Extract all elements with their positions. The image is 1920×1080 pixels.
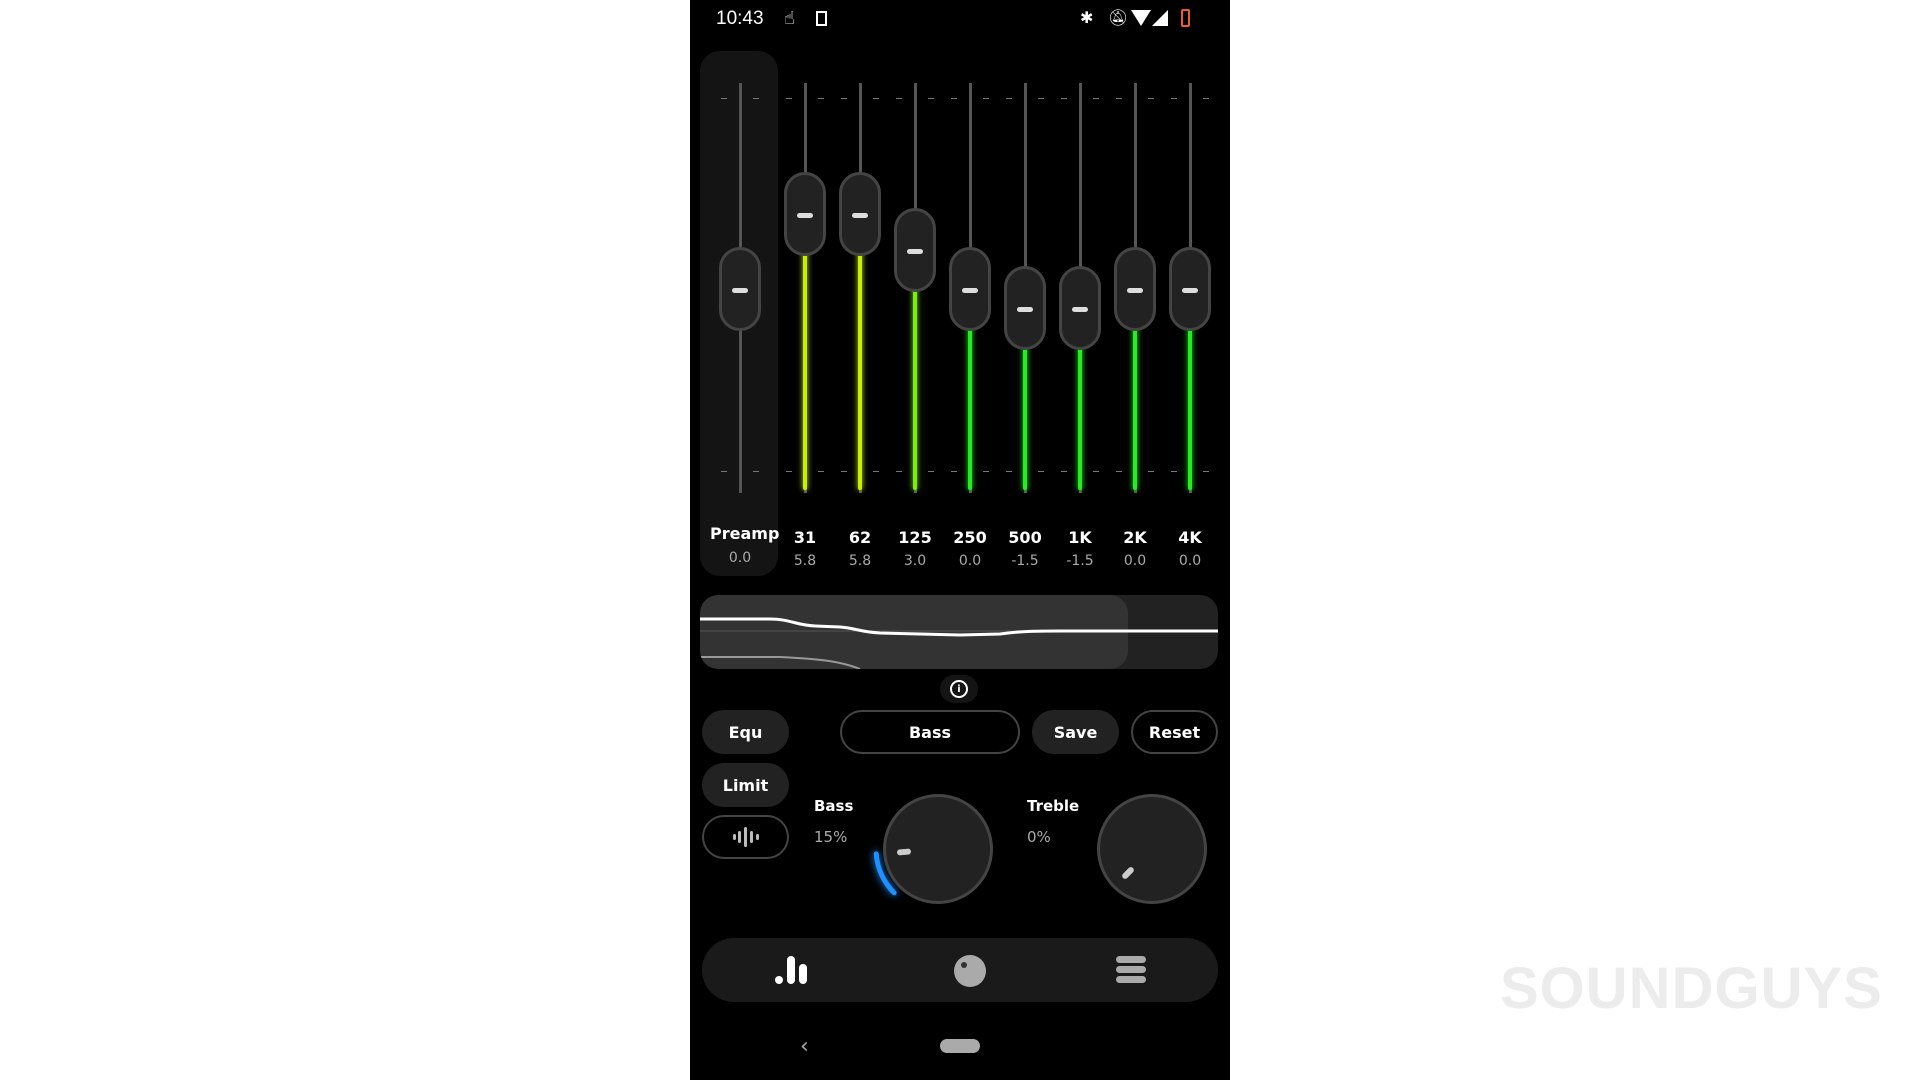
tick-mark [951, 471, 957, 472]
tick-mark [1116, 471, 1122, 472]
band-label: 2K [1123, 528, 1147, 547]
tick-mark [1171, 98, 1177, 99]
tick-mark [753, 98, 759, 99]
equalizer-sliders: Preamp 0.0 31 5.8 62 5.8 125 3.0 250 0.0 500 -1.5… [690, 0, 1230, 600]
tick-mark [818, 471, 824, 472]
tick-mark [983, 471, 989, 472]
tick-mark [928, 471, 934, 472]
band-label: 125 [898, 528, 932, 547]
treble-label: Treble [1027, 797, 1080, 815]
bass-knob[interactable] [883, 794, 993, 904]
info-icon: i [950, 680, 968, 698]
band-label: 31 [793, 528, 817, 547]
bass-label: Bass [814, 797, 854, 815]
band-slider-thumb[interactable] [949, 247, 991, 331]
tick-mark [841, 98, 847, 99]
bottom-nav [702, 938, 1218, 1002]
menu-icon [1116, 956, 1146, 983]
waveform-icon [732, 827, 759, 847]
band-label: 62 [848, 528, 872, 547]
band-slider-thumb[interactable] [839, 172, 881, 257]
visualizer-button[interactable] [702, 815, 789, 859]
bass-value: 15% [814, 828, 848, 846]
band-slider-thumb[interactable] [784, 172, 826, 257]
band-value: 0.0 [1123, 553, 1147, 569]
home-button[interactable] [940, 1039, 980, 1053]
tick-mark [1148, 471, 1154, 472]
tick-mark [896, 98, 902, 99]
band-slider-thumb[interactable] [894, 208, 936, 293]
band-label: 4K [1178, 528, 1202, 547]
knob-indicator [896, 848, 912, 856]
equ-button[interactable]: Equ [702, 710, 789, 754]
nav-knob[interactable] [953, 954, 987, 992]
tick-mark [1203, 471, 1209, 472]
tick-mark [1061, 98, 1067, 99]
tick-mark [818, 98, 824, 99]
preset-selector[interactable]: Bass [840, 710, 1020, 754]
band-slider-thumb[interactable] [1169, 247, 1211, 331]
tick-mark [841, 471, 847, 472]
tick-mark [1006, 471, 1012, 472]
band-label: 500 [1008, 528, 1042, 547]
nav-equalizer[interactable] [774, 954, 810, 990]
preamp-value: 0.0 [728, 550, 752, 566]
nav-menu[interactable] [1116, 956, 1146, 988]
tick-mark [896, 471, 902, 472]
band-value: 5.8 [793, 553, 817, 569]
tick-mark [1171, 471, 1177, 472]
tick-mark [721, 471, 727, 472]
tick-mark [1148, 98, 1154, 99]
preamp-label: Preamp [710, 524, 780, 543]
save-button[interactable]: Save [1032, 710, 1119, 754]
band-value: 3.0 [903, 553, 927, 569]
phone-screen: 10:43 ☝ ✱ 🔕︎ Preamp 0.0 31 5.8 62 5.8 125 3.0… [690, 0, 1230, 1080]
tick-mark [1061, 471, 1067, 472]
band-value: 0.0 [958, 553, 982, 569]
knob-icon [954, 955, 986, 987]
knob-indicator [1120, 865, 1136, 881]
info-button[interactable]: i [940, 675, 978, 703]
tick-mark [873, 471, 879, 472]
tick-mark [1038, 471, 1044, 472]
band-slider-thumb[interactable] [1004, 266, 1046, 351]
tick-mark [753, 471, 759, 472]
tick-mark [1006, 98, 1012, 99]
watermark: SOUNDGUYS [1500, 956, 1883, 1021]
preamp-slider-thumb[interactable] [719, 247, 761, 331]
tick-mark [873, 98, 879, 99]
frequency-response-graph [700, 595, 1218, 669]
band-slider-thumb[interactable] [1059, 266, 1101, 351]
tick-mark [983, 98, 989, 99]
tick-mark [928, 98, 934, 99]
reset-button[interactable]: Reset [1131, 710, 1218, 754]
band-slider-thumb[interactable] [1114, 247, 1156, 331]
tick-mark [721, 98, 727, 99]
treble-knob[interactable] [1097, 794, 1207, 904]
back-button[interactable]: ‹ [800, 1034, 809, 1059]
tick-mark [786, 98, 792, 99]
tick-mark [1093, 98, 1099, 99]
band-value: 5.8 [848, 553, 872, 569]
tick-mark [1203, 98, 1209, 99]
band-value: -1.5 [1066, 553, 1094, 569]
tick-mark [1038, 98, 1044, 99]
equalizer-icon [775, 956, 807, 984]
tick-mark [1116, 98, 1122, 99]
tick-mark [786, 471, 792, 472]
band-label: 250 [953, 528, 987, 547]
limit-button[interactable]: Limit [702, 763, 789, 807]
tick-mark [951, 98, 957, 99]
tick-mark [1093, 471, 1099, 472]
band-value: -1.5 [1011, 553, 1039, 569]
band-label: 1K [1068, 528, 1092, 547]
band-value: 0.0 [1178, 553, 1202, 569]
treble-value: 0% [1027, 828, 1051, 846]
